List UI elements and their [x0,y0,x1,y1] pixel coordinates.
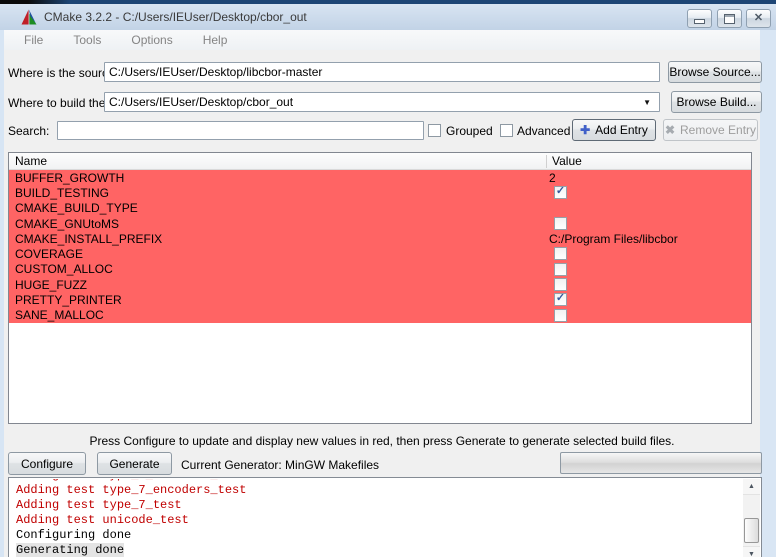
current-generator-label: Current Generator: MinGW Makefiles [181,458,379,472]
source-path-input[interactable] [104,62,660,82]
cache-rows: BUFFER_GROWTH 2 BUILD_TESTING ✓ CMAKE_BUILD_… [9,170,751,323]
log-line: Generating done [16,543,742,557]
table-row[interactable]: CMAKE_GNUtoMS [9,216,751,231]
table-row[interactable]: CMAKE_INSTALL_PREFIX C:/Program Files/lib… [9,231,751,246]
browse-build-button[interactable]: Browse Build... [671,91,762,113]
minimize-icon [694,19,705,24]
value-checkbox[interactable] [554,217,567,230]
browse-source-button[interactable]: Browse Source... [668,61,762,83]
output-log-text[interactable]: Adding test type_6_encoders_testAdding t… [10,479,742,557]
variable-name-cell[interactable]: PRETTY_PRINTER [15,293,122,307]
progress-bar [560,452,762,474]
table-row[interactable]: BUFFER_GROWTH 2 [9,170,751,185]
help-text: Press Configure to update and display ne… [4,434,760,448]
table-header[interactable]: Name Value [9,153,751,170]
search-label: Search: [8,124,49,138]
scroll-up-icon[interactable]: ▲ [743,479,760,495]
value-cell[interactable]: 2 [549,171,556,185]
value-checkbox[interactable] [554,309,567,322]
add-entry-button[interactable]: ✚ Add Entry [572,119,656,141]
log-line: Adding test type_7_encoders_test [16,483,742,498]
column-header-value[interactable]: Value [552,154,582,168]
table-row[interactable]: PRETTY_PRINTER ✓ [9,292,751,307]
add-entry-label: Add Entry [595,123,648,137]
generate-button[interactable]: Generate [97,452,172,475]
table-row[interactable]: COVERAGE [9,246,751,261]
variable-name-cell[interactable]: CMAKE_GNUtoMS [15,217,119,231]
column-divider[interactable] [546,155,547,168]
column-header-name[interactable]: Name [15,154,47,168]
variable-name-cell[interactable]: CMAKE_INSTALL_PREFIX [15,232,162,246]
highlighted-log-text: Generating done [16,543,124,557]
remove-entry-button[interactable]: ✖ Remove Entry [663,119,758,141]
scroll-down-icon[interactable]: ▼ [743,546,760,557]
maximize-button[interactable] [717,9,742,28]
check-icon: ✓ [556,293,565,304]
variable-name-cell[interactable]: BUFFER_GROWTH [15,171,124,185]
build-path-value: C:/Users/IEUser/Desktop/cbor_out [109,95,293,109]
configure-button[interactable]: Configure [8,452,86,475]
advanced-label: Advanced [517,124,570,138]
variable-name-cell[interactable]: HUGE_FUZZ [15,278,87,292]
variable-name-cell[interactable]: CUSTOM_ALLOC [15,262,113,276]
table-row[interactable]: CUSTOM_ALLOC [9,262,751,277]
plus-icon: ✚ [580,124,590,136]
chevron-down-icon[interactable]: ▼ [643,98,651,107]
close-icon: ✕ [754,13,763,24]
close-button[interactable]: ✕ [746,9,771,28]
value-checkbox[interactable]: ✓ [554,293,567,306]
menu-item-file[interactable]: File [24,33,43,47]
output-log[interactable]: Adding test type_6_encoders_testAdding t… [8,477,762,557]
grouped-label: Grouped [446,124,493,138]
value-checkbox[interactable] [554,278,567,291]
check-icon: ✓ [556,186,565,197]
variable-name-cell[interactable]: COVERAGE [15,247,83,261]
minimize-button[interactable] [687,9,712,28]
menu-item-options[interactable]: Options [131,33,172,47]
titlebar[interactable]: CMake 3.2.2 - C:/Users/IEUser/Desktop/cb… [0,4,776,31]
menu-bar: File Tools Options Help [4,30,760,50]
value-cell[interactable]: C:/Program Files/libcbor [549,232,678,246]
table-row[interactable]: CMAKE_BUILD_TYPE [9,201,751,216]
window-border-right [760,30,776,557]
log-scrollbar[interactable]: ▲ ▼ [743,479,760,557]
variable-name-cell[interactable]: CMAKE_BUILD_TYPE [15,201,138,215]
scrollbar-thumb[interactable] [744,518,759,543]
variable-name-cell[interactable]: SANE_MALLOC [15,308,104,322]
build-path-combobox[interactable]: C:/Users/IEUser/Desktop/cbor_out ▼ [104,92,660,112]
advanced-checkbox[interactable] [500,124,513,137]
cmake-logo-icon [21,9,37,25]
value-checkbox[interactable] [554,247,567,260]
cache-variables-table: Name Value BUFFER_GROWTH 2 BUILD_TESTING ✓ C… [8,152,752,424]
table-row[interactable]: BUILD_TESTING ✓ [9,185,751,200]
grouped-checkbox[interactable] [428,124,441,137]
log-line: Adding test unicode_test [16,513,742,528]
search-input[interactable] [57,121,424,140]
value-checkbox[interactable] [554,263,567,276]
maximize-icon [724,14,735,24]
log-line: Adding test type_7_test [16,498,742,513]
x-icon: ✖ [665,124,675,136]
log-line: Configuring done [16,528,742,543]
variable-name-cell[interactable]: BUILD_TESTING [15,186,109,200]
menu-item-help[interactable]: Help [203,33,228,47]
menu-item-tools[interactable]: Tools [73,33,101,47]
value-checkbox[interactable]: ✓ [554,186,567,199]
table-row[interactable]: SANE_MALLOC [9,308,751,323]
cmake-gui-window: CMake 3.2.2 - C:/Users/IEUser/Desktop/cb… [0,0,776,557]
remove-entry-label: Remove Entry [680,123,756,137]
table-row[interactable]: HUGE_FUZZ [9,277,751,292]
window-title: CMake 3.2.2 - C:/Users/IEUser/Desktop/cb… [44,10,307,24]
